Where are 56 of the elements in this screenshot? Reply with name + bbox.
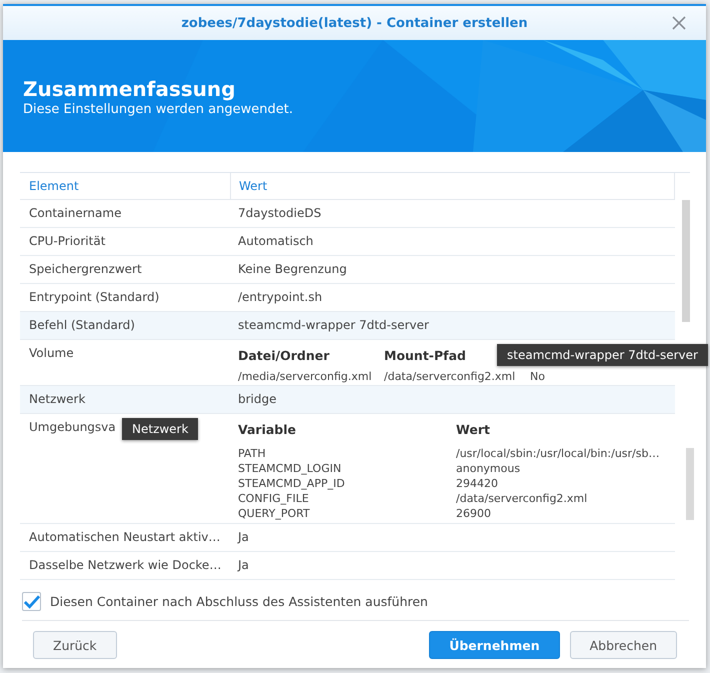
table-cell-text: PATH [238,447,267,461]
table-cell-text: /data/serverconfig2.xml [384,370,516,383]
table-cell-text: Ja [236,557,249,574]
table-cell-text: bridge [237,391,277,408]
tooltip: steamcmd-wrapper 7dtd-server [497,344,708,366]
table-cell-text: Keine Begrenzung [237,261,347,278]
table-cell-text: /media/serverconfig.xml [238,370,373,383]
table-cell-text: /entrypoint.sh [237,289,322,306]
close-icon[interactable] [672,16,686,30]
table-cell: Dasselbe Netzwerk wie Docke… [29,558,222,572]
table-cell-text: anonymous [456,462,522,476]
dialog-button[interactable]: Abbrechen [570,631,677,659]
table-cell-text: /usr/local/sbin:/usr/local/bin:/usr/sb… [456,447,660,461]
table-cell-text: CONFIG_FILE [238,492,310,506]
scrollbar[interactable] [682,200,690,322]
table-row[interactable]: Speichergrenzwert Keine Begrenzung [20,256,675,284]
checkbox-label: Diesen Container nach Abschluss des Assistenten ausführen [50,594,428,609]
tooltip: Netzwerk [122,418,198,440]
table-cell-text: STEAMCMD_LOGIN [238,462,342,476]
table-cell: Umgebungsva [29,420,116,434]
table-cell-text: /data/serverconfig2.xml [456,492,588,506]
table-cell-text: 26900 [456,507,492,521]
scrollbar[interactable] [686,448,694,520]
table-cell-text: Ja [236,529,249,546]
column-header[interactable]: Wert [230,173,675,199]
table-row[interactable]: Netzwerk bridge [20,386,675,414]
table-row[interactable]: Dasselbe Netzwerk wie Docke… Ja [20,552,675,580]
table-row[interactable]: CPU-Priorität Automatisch [20,228,675,256]
table-cell: Containername [29,206,122,220]
table-cell: Automatischen Neustart aktiv… [29,530,220,544]
column-header: Datei/Ordner [238,348,330,365]
table-cell: Befehl (Standard) [29,318,135,332]
table-cell: Speichergrenzwert [29,262,142,276]
table-cell: Entrypoint (Standard) [29,290,160,304]
column-header: Variable [238,422,298,439]
table-row[interactable]: Containername 7daystodieDS [20,200,675,228]
banner-subtitle: Diese Einstellungen werden angewendet. [23,102,294,117]
table-cell-text: Automatisch [237,233,314,250]
banner-title: Zusammenfassung [23,77,236,101]
table-cell-text: 7daystodieDS [237,205,322,222]
table-cell-text: STEAMCMD_APP_ID [238,477,346,491]
table-cell-text: steamcmd-wrapper 7dtd-server [237,317,429,334]
checkbox[interactable] [22,592,41,611]
table-cell-text: No [530,370,546,383]
table-row[interactable]: Automatischen Neustart aktiv… Ja [20,524,675,552]
table-cell: Netzwerk [29,392,86,406]
column-header[interactable]: Element [20,173,230,199]
table-cell: CPU-Priorität [29,234,106,248]
window-title: zobees/7daystodie(latest) - Container erstellen [181,16,528,30]
table-cell: Volume [29,346,74,360]
checkmark-icon [23,594,40,610]
table-row[interactable]: Befehl (Standard) steamcmd-wrapper 7dtd-server [20,312,675,340]
column-header: Wert [456,422,491,439]
dialog-button[interactable]: Zurück [33,631,117,659]
table-cell-text: QUERY_PORT [238,507,311,521]
table-cell-text: 294420 [456,477,499,491]
